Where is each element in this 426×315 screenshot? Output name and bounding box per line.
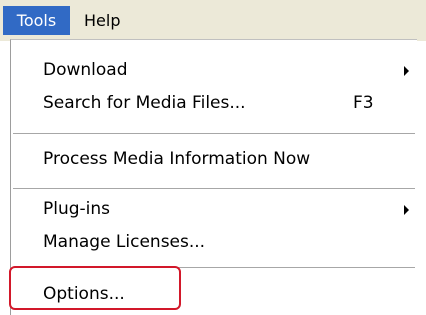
options-highlight-outline xyxy=(9,266,181,310)
menu-separator xyxy=(13,188,415,189)
menu-item-label: Process Media Information Now xyxy=(43,149,311,169)
menu-item-label: Manage Licenses... xyxy=(43,232,206,252)
menu-item-plug-ins[interactable]: Plug-ins xyxy=(11,193,417,225)
menu-item-search-media-files[interactable]: Search for Media Files... F3 xyxy=(11,87,417,119)
menu-item-label: Plug-ins xyxy=(43,199,111,219)
menu-help[interactable]: Help xyxy=(79,6,125,35)
menu-item-download[interactable]: Download xyxy=(11,54,417,86)
menu-item-shortcut: F3 xyxy=(353,93,374,113)
menu-item-manage-licenses[interactable]: Manage Licenses... xyxy=(11,226,417,258)
submenu-arrow-icon xyxy=(404,66,409,76)
menu-item-label: Search for Media Files... xyxy=(43,93,246,113)
submenu-arrow-icon xyxy=(404,205,409,215)
menu-item-process-media-information[interactable]: Process Media Information Now xyxy=(11,143,417,175)
menu-separator xyxy=(13,133,415,134)
menu-item-label: Download xyxy=(43,60,128,80)
menu-bar: Tools Help xyxy=(0,0,426,41)
menu-tools[interactable]: Tools xyxy=(3,6,70,35)
